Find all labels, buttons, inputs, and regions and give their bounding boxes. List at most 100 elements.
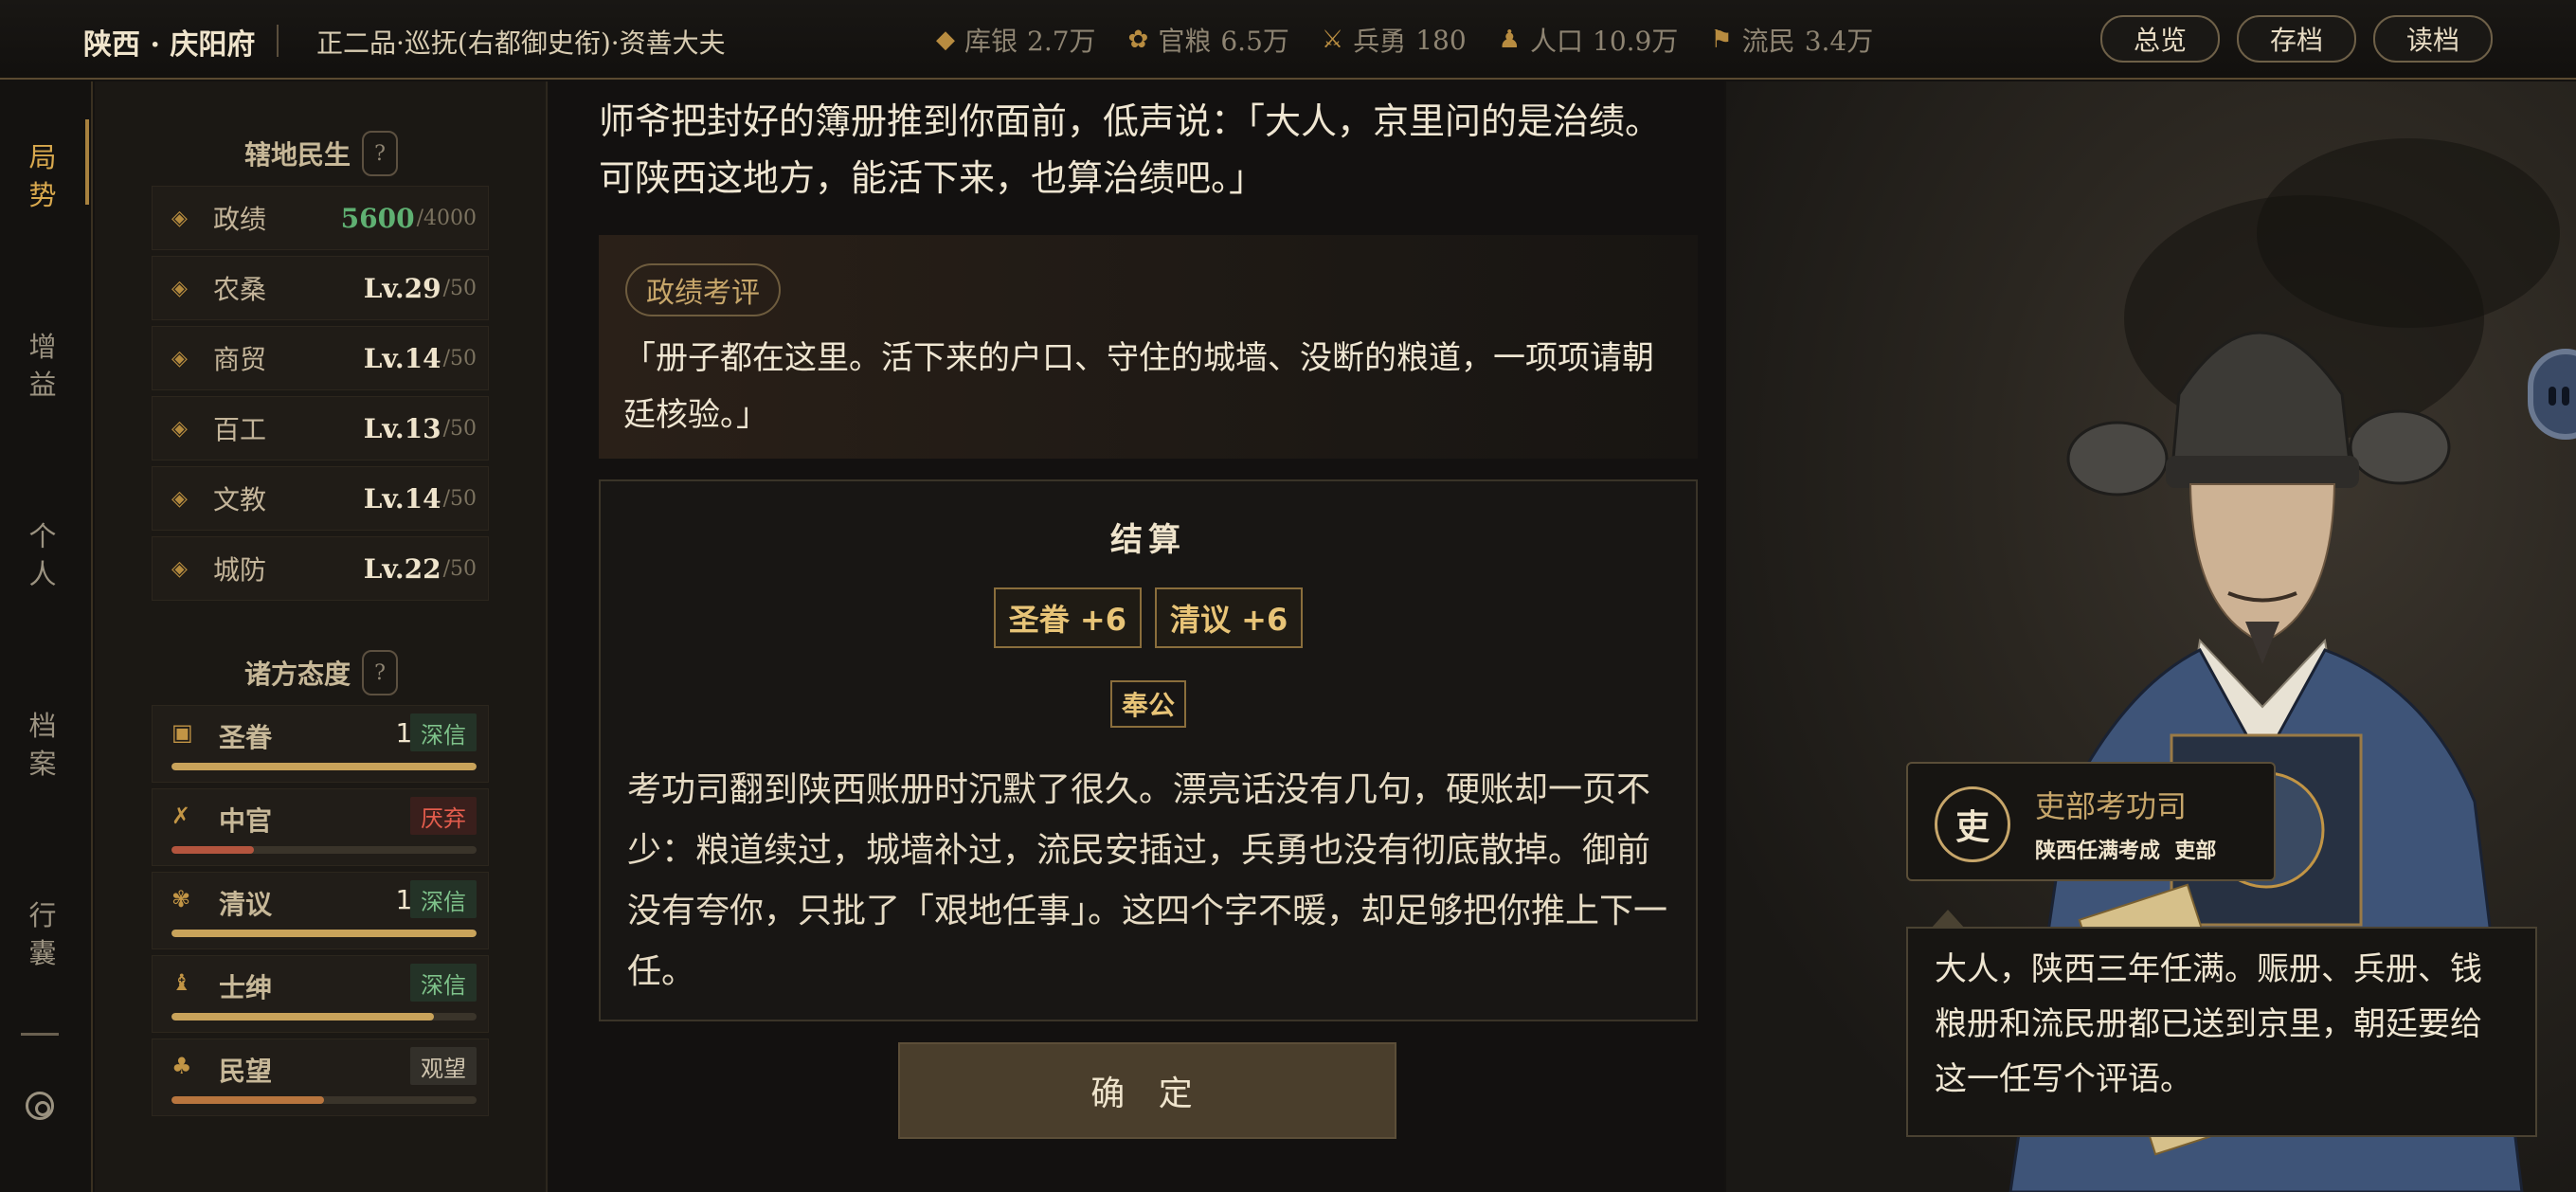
refugee-icon: ⚑ [1710, 26, 1733, 54]
stat-row-culture[interactable]: ◈ 文教 Lv.14 /50 [152, 466, 489, 531]
effect-chip: 圣眷 +6 [993, 587, 1142, 648]
stat-value: 3.4万 [1804, 26, 1874, 57]
row-max: /50 [442, 416, 477, 441]
defense-icon: ◈ [171, 556, 188, 581]
stat-value: 6.5万 [1220, 26, 1289, 57]
save-button[interactable]: 存档 [2237, 15, 2356, 63]
overview-button[interactable]: 总览 [2100, 15, 2220, 63]
faction-bar-fill [171, 930, 477, 937]
settings-icon[interactable] [26, 1092, 54, 1120]
farming-icon: ◈ [171, 276, 188, 300]
settlement-panel: 结算 圣眷 +6 清议 +6 奉公 考功司翻到陕西账册时沉默了很久。漂亮话没有几… [599, 479, 1698, 1021]
speaker-subtitle: 陕西任满考成 吏部 [2035, 834, 2216, 864]
stat-label: 兵勇 [1353, 26, 1407, 57]
speaker-tag: 吏 吏部考功司 陕西任满考成 吏部 [1906, 762, 2276, 881]
faction-bar-fill [171, 1013, 434, 1020]
eunuch-icon: ✗ [171, 803, 191, 829]
speaker-subtitle-dept: 吏部 [2174, 840, 2217, 863]
stat-row-trade[interactable]: ◈ 商贸 Lv.14 /50 [152, 326, 489, 390]
faction-bar-fill [171, 846, 254, 854]
top-bar: 陕西 · 庆阳府 正二品·巡抚(右都御史衔)·资善大夫 ◆ 库银 2.7万 ✿ … [0, 0, 2576, 80]
divider [277, 25, 279, 57]
row-label: 文教 [213, 484, 267, 515]
region-section-title: 辖地民生 ? [95, 131, 548, 176]
official-seal-icon: 吏 [1935, 786, 2010, 862]
faction-label: 民望 [219, 1056, 273, 1087]
confirm-button[interactable]: 确 定 [898, 1042, 1396, 1139]
row-max: /50 [442, 556, 477, 581]
faction-label: 中官 [219, 805, 273, 837]
assistant-eye [2562, 387, 2569, 406]
row-label: 城防 [213, 554, 267, 586]
stat-grain: ✿ 官粮 6.5万 [1128, 21, 1289, 59]
stat-row-farming[interactable]: ◈ 农桑 Lv.29 /50 [152, 256, 489, 320]
faction-row-eunuchs[interactable]: ✗ 中官 27 厌弃 [152, 788, 489, 866]
faction-row-literati[interactable]: ✾ 清议 100 深信 [152, 872, 489, 949]
culture-icon: ◈ [171, 486, 188, 511]
stat-label: 流民 [1741, 26, 1795, 57]
row-value: Lv.22 [363, 552, 441, 585]
faction-bar [171, 763, 477, 770]
help-button[interactable]: ? [362, 650, 398, 695]
row-max: /50 [442, 486, 477, 511]
grain-icon: ✿ [1127, 26, 1149, 54]
trade-icon: ◈ [171, 346, 188, 370]
nav-archive[interactable]: 档 案 [0, 707, 85, 783]
faction-label: 士绅 [219, 972, 273, 1003]
silver-icon: ◆ [936, 26, 955, 54]
load-button[interactable]: 读档 [2373, 15, 2493, 63]
attitude-badge: 观望 [410, 1047, 477, 1085]
attitude-badge: 厌弃 [410, 797, 477, 835]
stat-label: 库银 [964, 26, 1018, 57]
nav-active-indicator [85, 119, 89, 205]
help-button[interactable]: ? [362, 131, 398, 176]
speech-bubble: 大人，陕西三年任满。赈册、兵册、钱粮册和流民册都已送到京里，朝廷要给这一任写个评… [1906, 910, 2537, 1137]
faction-bar-fill [171, 1096, 324, 1104]
nav-situation[interactable]: 局 势 [0, 138, 85, 214]
gentry-icon: ♝ [171, 969, 192, 996]
row-value: Lv.29 [363, 272, 441, 304]
row-max: /50 [442, 346, 477, 370]
side-nav: 局 势 增 益 个 人 档 案 行 囊 [0, 81, 93, 1192]
attitude-badge: 深信 [410, 713, 477, 751]
faction-bar [171, 846, 477, 854]
populace-icon: ♣ [171, 1053, 192, 1079]
status-panel: 辖地民生 ? ◈ 政绩 5600 /4000 ◈ 农桑 Lv.29 /50 ◈ … [95, 81, 548, 1192]
trait-tag-wrap: 奉公 [601, 680, 1696, 728]
craft-icon: ◈ [171, 416, 188, 441]
faction-bar [171, 1096, 477, 1104]
nav-personal[interactable]: 个 人 [0, 517, 85, 593]
nav-buffs[interactable]: 增 益 [0, 328, 85, 404]
faction-row-populace[interactable]: ♣ 民望 50 观望 [152, 1038, 489, 1116]
row-max: /50 [442, 276, 477, 300]
settlement-text: 考功司翻到陕西账册时沉默了很久。漂亮话没有几句，硬账却一页不少：粮道续过，城墙补… [627, 770, 1668, 991]
faction-bar-fill [171, 763, 477, 770]
stat-label: 官粮 [1158, 26, 1212, 57]
row-max: /4000 [416, 206, 477, 230]
faction-row-gentry[interactable]: ♝ 士绅 86 深信 [152, 955, 489, 1033]
official-rank: 正二品·巡抚(右都御史衔)·资善大夫 [316, 27, 726, 59]
location-title: 陕西 · 庆阳府 [83, 28, 256, 62]
people-icon: ♟ [1498, 26, 1521, 54]
settlement-effects: 圣眷 +6 清议 +6 [601, 587, 1696, 648]
soldier-icon: ⚔ [1321, 26, 1344, 54]
settlement-title: 结算 [1110, 521, 1186, 559]
divider [21, 1033, 59, 1036]
row-label: 商贸 [213, 344, 267, 375]
faction-row-emperor[interactable]: ▣ 圣眷 100 深信 [152, 705, 489, 783]
nav-inventory[interactable]: 行 囊 [0, 896, 85, 972]
top-buttons: 总览 存档 读档 [2100, 15, 2493, 63]
stat-row-merit[interactable]: ◈ 政绩 5600 /4000 [152, 186, 489, 250]
stat-refugees: ⚑ 流民 3.4万 [1710, 21, 1873, 59]
row-value: Lv.14 [363, 482, 441, 515]
review-quote: 「册子都在这里。活下来的户口、守住的城墙、没断的粮道，一项项请朝廷核验。」 [623, 339, 1654, 434]
assistant-eye [2549, 387, 2556, 406]
stat-row-craft[interactable]: ◈ 百工 Lv.13 /50 [152, 396, 489, 461]
effect-chip: 清议 +6 [1155, 587, 1304, 648]
emperor-icon: ▣ [171, 719, 193, 746]
row-value: Lv.13 [363, 412, 441, 444]
stat-row-defense[interactable]: ◈ 城防 Lv.22 /50 [152, 536, 489, 601]
row-value: 5600 [340, 202, 415, 234]
stat-population: ♟ 人口 10.9万 [1499, 21, 1679, 59]
narration-text: 师爷把封好的簿册推到你面前，低声说：「大人，京里问的是治绩。可陕西这地方，能活下… [599, 100, 1662, 199]
